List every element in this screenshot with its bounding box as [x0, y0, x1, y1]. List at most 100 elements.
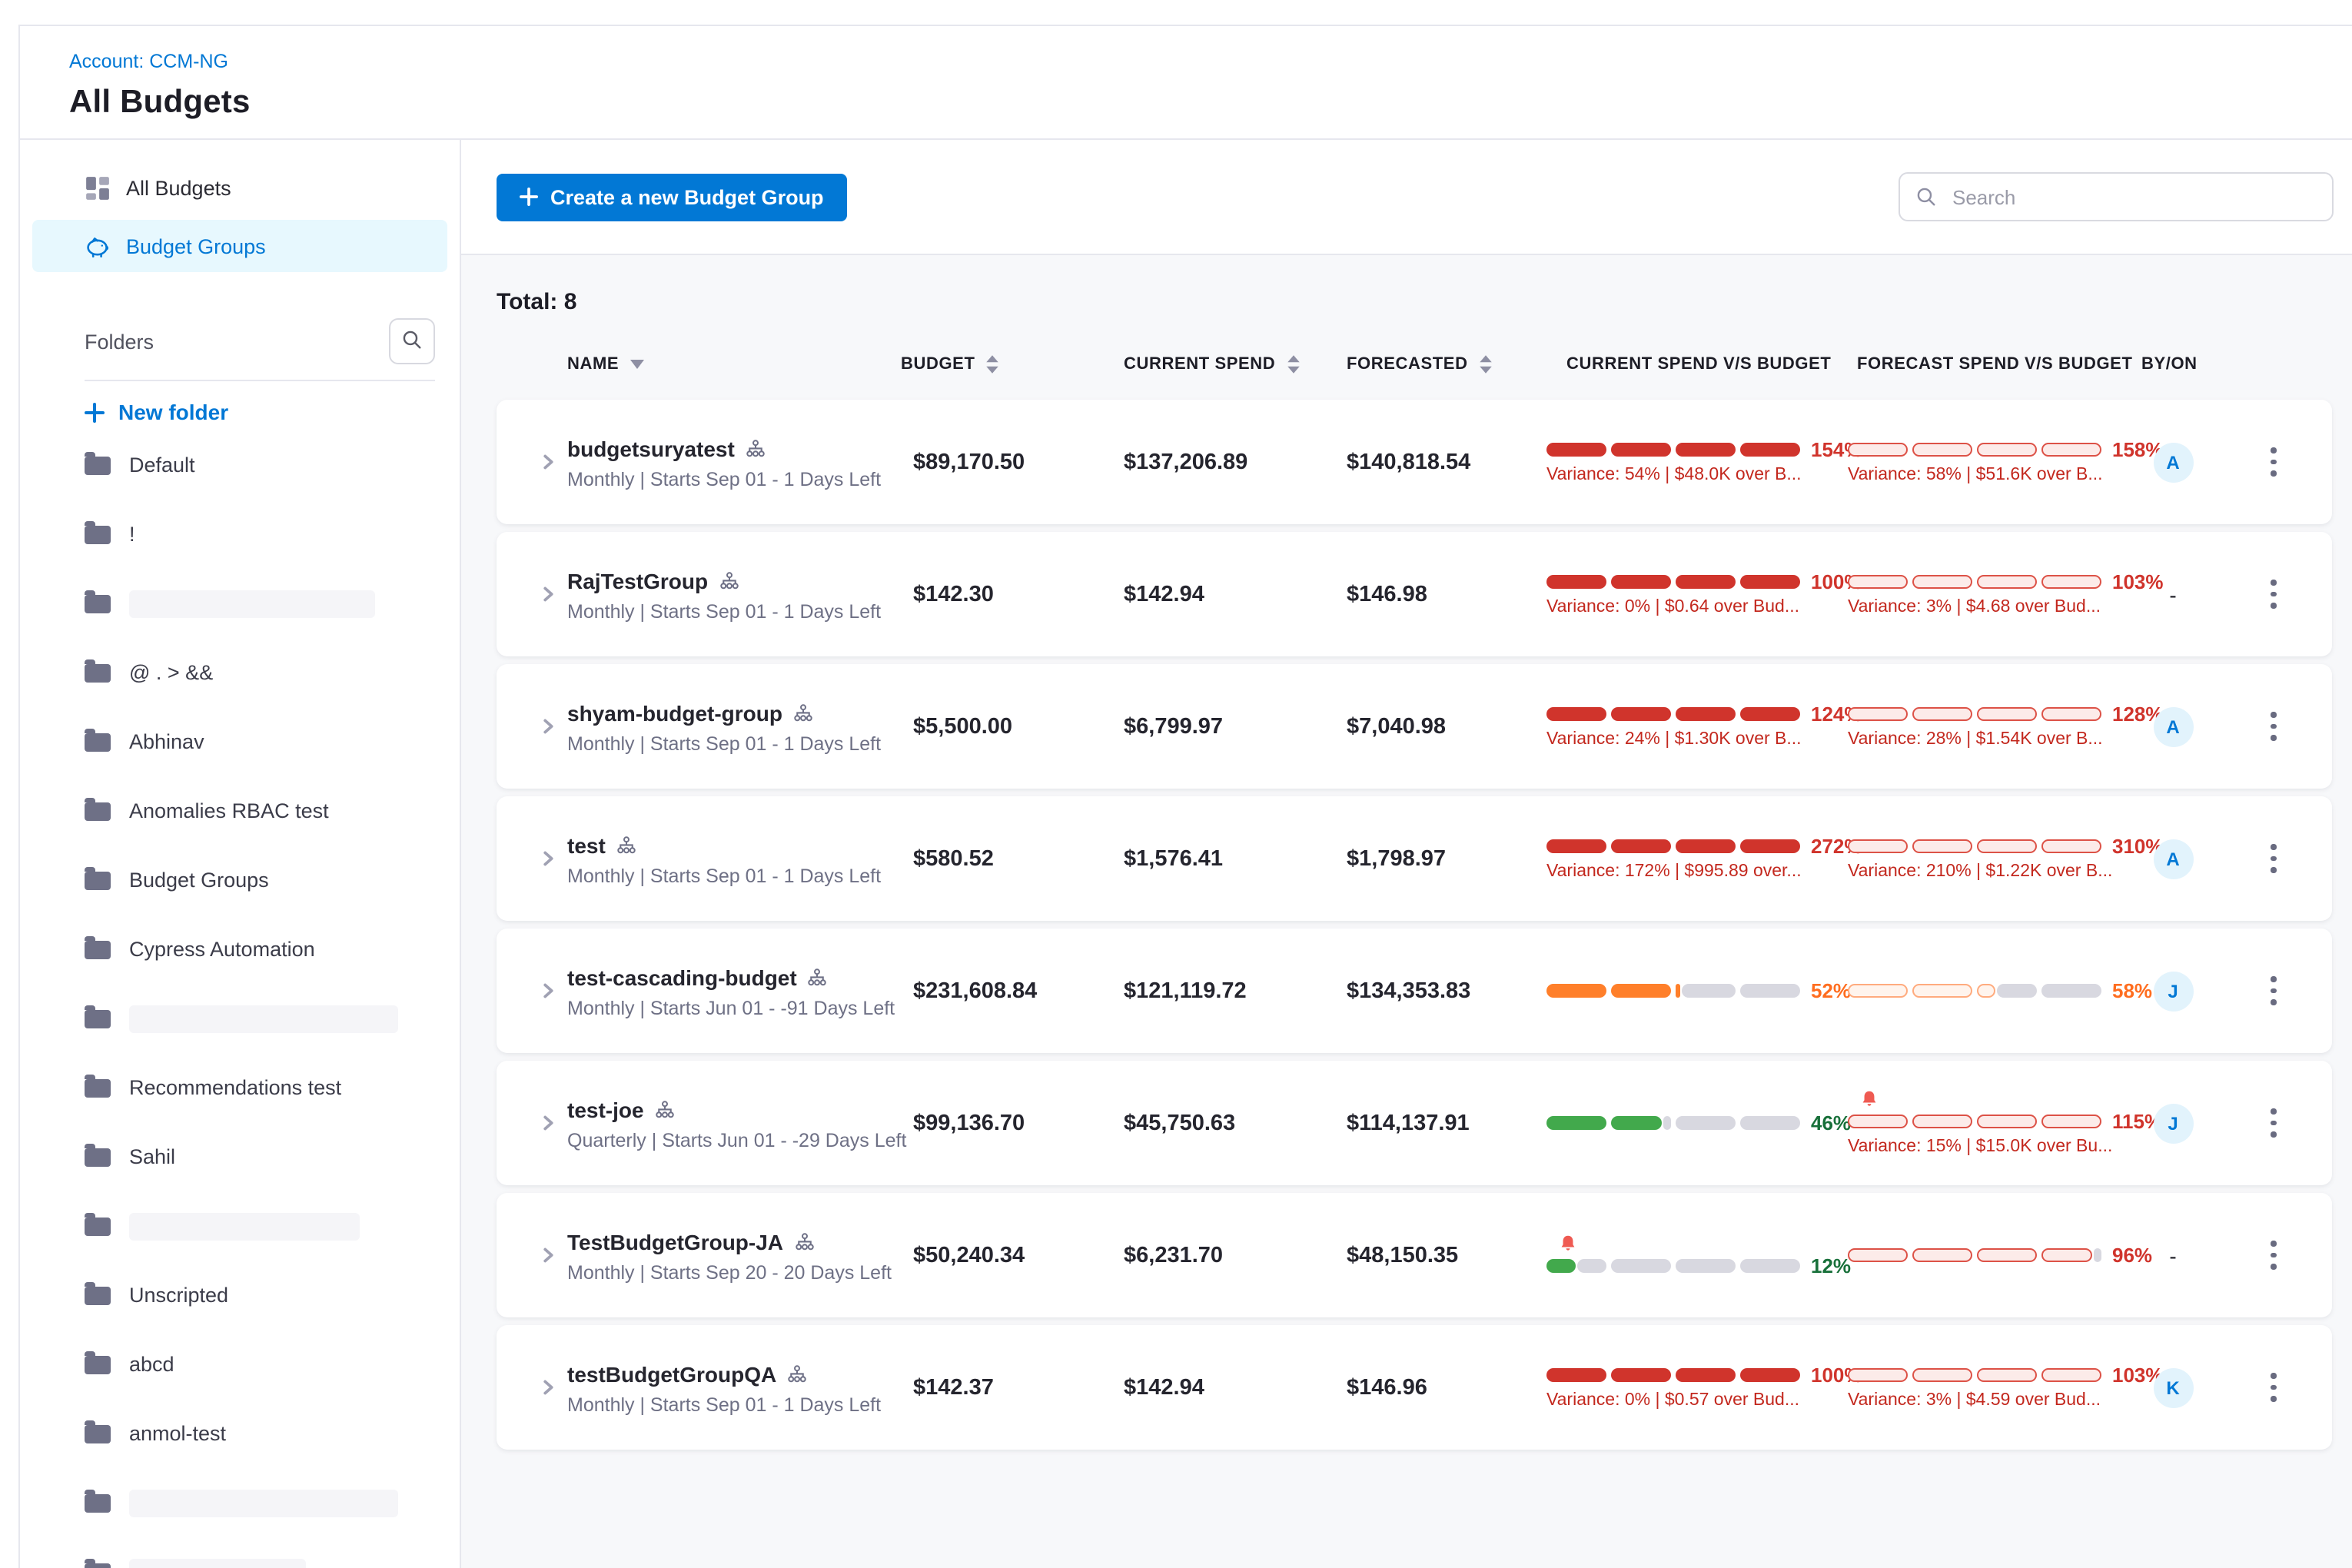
search-input[interactable]	[1949, 184, 2317, 210]
table-row[interactable]: TestBudgetGroup-JA Monthly | Starts Sep …	[497, 1193, 2332, 1317]
search-field[interactable]	[1899, 172, 2334, 221]
budget-group-name[interactable]: testBudgetGroupQA	[567, 1362, 776, 1387]
sidebar-folder-item[interactable]: Anomalies RBAC test	[20, 776, 460, 845]
folder-icon	[85, 1493, 111, 1512]
new-folder-button[interactable]: New folder	[85, 400, 460, 424]
budget-group-name[interactable]: TestBudgetGroup-JA	[567, 1230, 783, 1254]
budget-amount: $99,136.70	[901, 1061, 1116, 1185]
budget-group-name[interactable]: test	[567, 833, 606, 858]
sidebar-folder-item[interactable]: !	[20, 500, 460, 569]
sort-icon[interactable]	[1286, 355, 1300, 374]
row-menu-button[interactable]	[2262, 439, 2286, 486]
table-row[interactable]: shyam-budget-group Monthly | Starts Sep …	[497, 664, 2332, 789]
plus-icon	[85, 402, 105, 422]
expand-chevron-icon[interactable]	[537, 715, 560, 738]
alert-bell-icon	[1559, 1234, 1848, 1253]
budget-group-name[interactable]: RajTestGroup	[567, 569, 708, 593]
folder-name: !	[129, 523, 135, 546]
current-vs-budget-cell: 100%Variance: 0% | $0.64 over Bud...	[1546, 532, 1848, 656]
account-breadcrumb-link[interactable]: Account: CCM-NG	[69, 51, 2352, 72]
avatar: A	[2153, 706, 2193, 746]
variance-label: Variance: 58% | $51.6K over B...	[1848, 466, 2131, 484]
current-spend-amount: $142.94	[1116, 532, 1339, 656]
total-count: Total: 8	[497, 289, 2332, 315]
sidebar-folder-item[interactable]: Budget Groups	[20, 845, 460, 915]
forecasted-amount: $7,040.98	[1339, 664, 1546, 789]
sidebar-folder-item[interactable]: Sahil	[20, 1122, 460, 1191]
create-budget-group-button[interactable]: Create a new Budget Group	[497, 173, 847, 221]
column-header-forecasted[interactable]: FORECASTED	[1339, 355, 1546, 374]
table-row[interactable]: test-joe Quarterly | Starts Jun 01 - -29…	[497, 1061, 2332, 1185]
table-row[interactable]: test Monthly | Starts Sep 01 - 1 Days Le…	[497, 796, 2332, 921]
expand-chevron-icon[interactable]	[537, 979, 560, 1002]
column-header-budget[interactable]: BUDGET	[901, 355, 1116, 374]
sidebar-folder-item[interactable]: @ . > &&	[20, 638, 460, 707]
row-menu-button[interactable]	[2262, 1364, 2286, 1411]
avatar: A	[2153, 442, 2193, 482]
sidebar-folder-item[interactable]	[20, 1537, 460, 1568]
current-spend-amount: $1,576.41	[1116, 796, 1339, 921]
app-window: Account: CCM-NG All Budgets	[0, 0, 2352, 1568]
current-vs-budget-cell: 154%Variance: 54% | $48.0K over B...	[1546, 400, 1848, 524]
byon-cell: A	[2131, 400, 2215, 524]
budget-group-name[interactable]: budgetsuryatest	[567, 437, 735, 461]
sidebar-folder-item[interactable]	[20, 569, 460, 638]
sidebar-folder-item[interactable]	[20, 1191, 460, 1261]
folder-icon	[85, 871, 111, 889]
sidebar-folder-item[interactable]	[20, 1468, 460, 1537]
forecasted-amount: $1,798.97	[1339, 796, 1546, 921]
row-menu-button[interactable]	[2262, 835, 2286, 882]
current-spend-amount: $45,750.63	[1116, 1061, 1339, 1185]
sidebar-folder-item[interactable]: Abhinav	[20, 707, 460, 776]
table-row[interactable]: budgetsuryatest Monthly | Starts Sep 01 …	[497, 400, 2332, 524]
plus-icon	[520, 188, 538, 206]
sort-icon[interactable]	[986, 355, 1000, 374]
column-header-name[interactable]: NAME	[567, 355, 901, 374]
expand-chevron-icon[interactable]	[537, 1244, 560, 1267]
sidebar-folder-item[interactable]: Cypress Automation	[20, 915, 460, 984]
folder-icon	[85, 594, 111, 613]
column-header-current-vs-budget: CURRENT SPEND V/S BUDGET	[1546, 355, 1848, 374]
sidebar-folder-item[interactable]: Recommendations test	[20, 1053, 460, 1122]
main-panel: Create a new Budget Group Total: 8	[461, 140, 2352, 1568]
budget-group-name[interactable]: test-cascading-budget	[567, 965, 797, 990]
expand-chevron-icon[interactable]	[537, 583, 560, 606]
expand-chevron-icon[interactable]	[537, 1376, 560, 1399]
row-menu-button[interactable]	[2262, 571, 2286, 618]
byon-placeholder: -	[2169, 582, 2176, 606]
spend-progress-bar	[1546, 984, 1800, 998]
spend-progress-bar	[1546, 839, 1800, 853]
table-row[interactable]: test-cascading-budget Monthly | Starts J…	[497, 929, 2332, 1053]
sidebar-nav: All Budgets Budget Groups	[20, 161, 460, 278]
expand-chevron-icon[interactable]	[537, 1111, 560, 1134]
budget-group-name[interactable]: shyam-budget-group	[567, 701, 782, 726]
sort-icon[interactable]	[1479, 355, 1493, 374]
hierarchy-icon	[794, 1233, 814, 1251]
variance-label: Variance: 172% | $995.89 over...	[1546, 862, 1848, 881]
column-header-current-spend[interactable]: CURRENT SPEND	[1116, 355, 1339, 374]
row-menu-button[interactable]	[2262, 968, 2286, 1015]
sidebar-folder-item[interactable]	[20, 984, 460, 1053]
folder-icon	[85, 1217, 111, 1235]
sidebar-item-all-budgets[interactable]: All Budgets	[32, 161, 447, 214]
row-menu-button[interactable]	[2262, 703, 2286, 750]
table-row[interactable]: RajTestGroup Monthly | Starts Sep 01 - 1…	[497, 532, 2332, 656]
budget-group-name[interactable]: test-joe	[567, 1098, 644, 1122]
sidebar-folder-item[interactable]: Unscripted	[20, 1261, 460, 1330]
sidebar-folder-item[interactable]: Default	[20, 430, 460, 500]
expand-chevron-icon[interactable]	[537, 847, 560, 870]
folder-name: Anomalies RBAC test	[129, 799, 329, 822]
row-menu-button[interactable]	[2262, 1100, 2286, 1147]
table-row[interactable]: testBudgetGroupQA Monthly | Starts Sep 0…	[497, 1325, 2332, 1450]
hierarchy-icon	[793, 704, 813, 723]
sidebar-folder-item[interactable]: abcd	[20, 1330, 460, 1399]
sidebar-item-budget-groups[interactable]: Budget Groups	[32, 220, 447, 272]
row-menu-button[interactable]	[2262, 1232, 2286, 1279]
variance-label: Variance: 3% | $4.68 over Bud...	[1848, 598, 2131, 616]
redacted-folder-name	[129, 1558, 306, 1568]
sort-desc-icon[interactable]	[630, 360, 643, 369]
folder-search-button[interactable]	[389, 318, 435, 364]
sidebar-folder-item[interactable]: anmol-test	[20, 1399, 460, 1468]
expand-chevron-icon[interactable]	[537, 450, 560, 473]
hierarchy-icon	[616, 836, 636, 855]
